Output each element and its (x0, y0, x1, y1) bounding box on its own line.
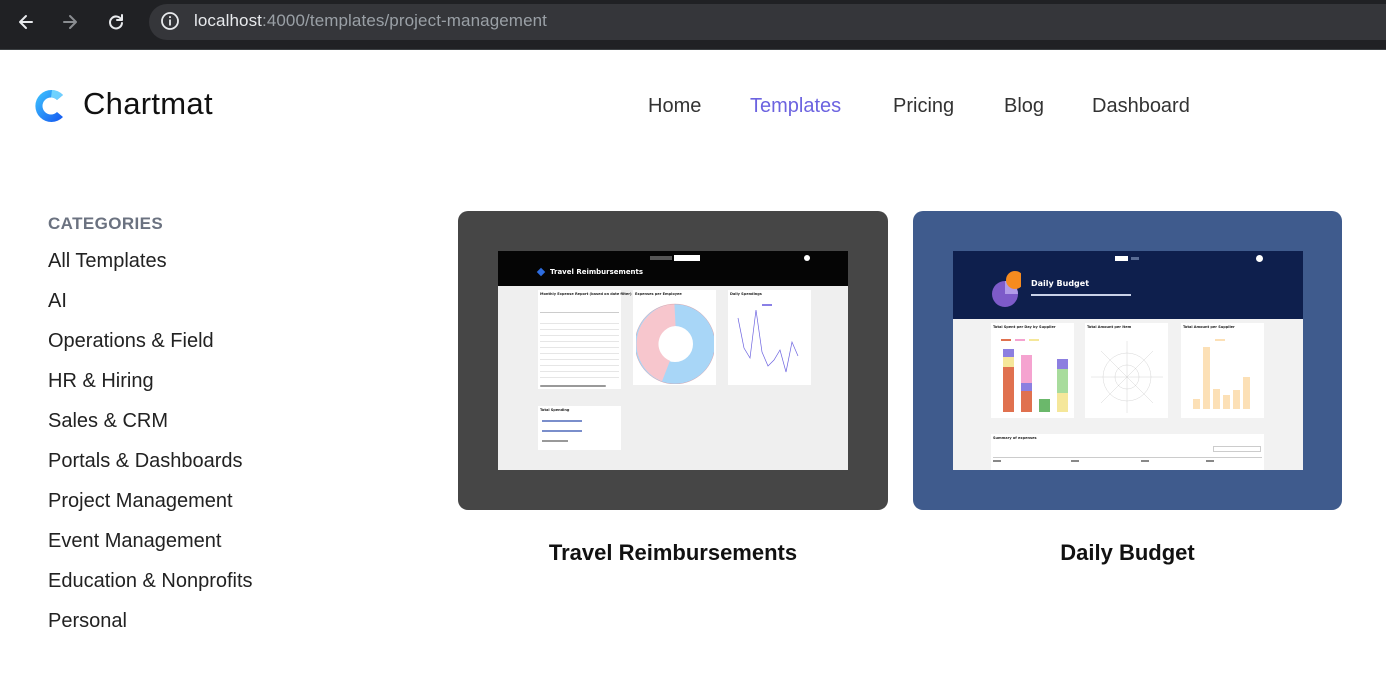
preview-table-panel: Monthly Expense Report (based on date fi… (538, 290, 632, 389)
preview-panel-title: Total Spending (540, 408, 570, 412)
category-operations-field[interactable]: Operations & Field (48, 330, 214, 353)
forward-button[interactable] (55, 7, 85, 37)
category-project-management[interactable]: Project Management (48, 490, 233, 513)
preview-table-rows (540, 318, 619, 378)
preview-radar-chart (1091, 341, 1163, 413)
arrow-left-icon (19, 15, 33, 29)
preview-panel-title: Total Spent per Day by Supplier (993, 325, 1056, 329)
preview-tab-active (674, 255, 700, 261)
preview-total-panel: Total Spending (538, 406, 621, 450)
preview-bar-panel: Total Amount per Supplier (1181, 323, 1264, 418)
browser-toolbar: localhost:4000/templates/project-managem… (0, 0, 1386, 50)
reload-button[interactable] (101, 7, 131, 37)
template-card-daily-budget[interactable]: Daily Budget Total Spent per Day by Supp… (913, 211, 1342, 510)
template-preview-image: Travel Reimbursements Monthly Expense Re… (498, 251, 848, 470)
preview-title: Travel Reimbursements (550, 268, 644, 276)
back-button[interactable] (11, 7, 41, 37)
category-personal[interactable]: Personal (48, 610, 127, 633)
nav-dashboard[interactable]: Dashboard (1092, 95, 1190, 118)
preview-panel-title: Expenses per Employee (635, 292, 682, 296)
preview-body: Monthly Expense Report (based on date fi… (498, 286, 848, 470)
preview-panel-title: Summary of expenses (993, 436, 1037, 440)
category-ai[interactable]: AI (48, 290, 67, 313)
category-hr-hiring[interactable]: HR & Hiring (48, 370, 154, 393)
info-icon[interactable] (160, 11, 180, 31)
preview-tab-active (1115, 256, 1128, 261)
preview-title: Daily Budget (1031, 279, 1090, 288)
preview-donut-panel: Expenses per Employee (633, 290, 716, 385)
preview-body: Total Spent per Day by Supplier Total Am… (953, 319, 1303, 470)
template-title-travel-reimbursements[interactable]: Travel Reimbursements (458, 540, 888, 566)
category-education-nonprofits[interactable]: Education & Nonprofits (48, 570, 253, 593)
preview-panel-title: Daily Spendings (730, 292, 762, 296)
category-portals-dashboards[interactable]: Portals & Dashboards (48, 450, 243, 473)
category-all-templates[interactable]: All Templates (48, 250, 167, 273)
categories-heading: CATEGORIES (48, 214, 164, 233)
preview-logo-icon (992, 271, 1021, 307)
preview-line-chart (737, 304, 799, 373)
preview-panel-title: Monthly Expense Report (based on date fi… (540, 292, 632, 296)
preview-radar-panel: Total Amount per Item (1085, 323, 1168, 418)
arrow-right-icon (63, 15, 77, 29)
preview-bar-chart (1193, 339, 1250, 409)
template-title-daily-budget[interactable]: Daily Budget (913, 540, 1342, 566)
preview-stacked-bar-chart (1001, 339, 1068, 412)
template-preview-image: Daily Budget Total Spent per Day by Supp… (953, 251, 1303, 470)
preview-tab (650, 256, 672, 260)
brand-name[interactable]: Chartmat (83, 86, 213, 122)
preview-header: Daily Budget (953, 251, 1303, 319)
preview-panel-title: Total Amount per Supplier (1183, 325, 1235, 329)
nav-templates[interactable]: Templates (750, 95, 841, 118)
chartmat-logo-icon[interactable] (30, 86, 68, 126)
category-event-management[interactable]: Event Management (48, 530, 221, 553)
preview-logo-icon (536, 267, 546, 277)
preview-avatar (804, 255, 810, 261)
preview-stacked-bar-panel: Total Spent per Day by Supplier (991, 323, 1074, 418)
nav-blog[interactable]: Blog (1004, 95, 1044, 118)
preview-panel-title: Total Amount per Item (1087, 325, 1132, 329)
category-sales-crm[interactable]: Sales & CRM (48, 410, 168, 433)
template-card-travel-reimbursements[interactable]: Travel Reimbursements Monthly Expense Re… (458, 211, 888, 510)
reload-icon (109, 14, 123, 30)
preview-summary-table: Summary of expenses (991, 434, 1264, 470)
url-text[interactable]: localhost:4000/templates/project-managem… (194, 11, 547, 31)
nav-pricing[interactable]: Pricing (893, 95, 954, 118)
preview-donut-chart (636, 303, 714, 384)
preview-line-panel: Daily Spendings (728, 290, 811, 385)
preview-header: Travel Reimbursements (498, 251, 848, 286)
nav-home[interactable]: Home (648, 95, 701, 118)
preview-avatar (1256, 255, 1263, 262)
preview-tab (1131, 257, 1139, 260)
